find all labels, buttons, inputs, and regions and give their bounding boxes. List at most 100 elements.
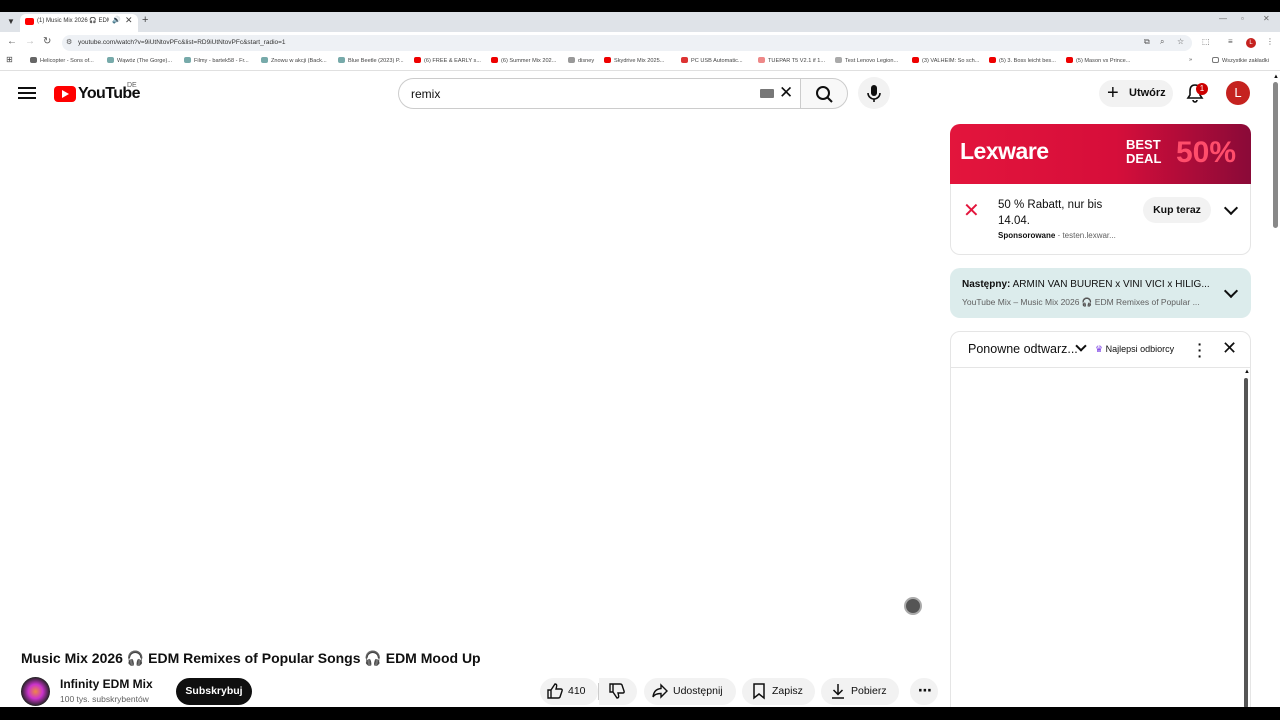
next-up-card[interactable]: Następny: ARMIN VAN BUUREN x VINI VICI x… (950, 268, 1251, 318)
url-text: youtube.com/watch?v=9iUtNtovPFc&list=RD9… (78, 39, 286, 46)
keyboard-icon[interactable] (760, 89, 774, 98)
page-scrollbar[interactable] (1273, 82, 1278, 228)
bookmark-item[interactable]: Skydrive Mix 2025... (604, 57, 664, 64)
top-listeners-badge: ♛ Najlepsi odbiorcy (1095, 344, 1175, 354)
bookmark-item[interactable]: Test Lenovo Legion... (835, 57, 898, 64)
download-button[interactable]: Pobierz (821, 678, 899, 705)
thumbs-down-icon (609, 683, 625, 699)
bookmark-item[interactable]: disney (568, 57, 594, 64)
all-bookmarks-folder[interactable]: Wszystkie zakładki (1212, 57, 1269, 64)
browser-profile-avatar[interactable]: L (1246, 38, 1256, 48)
menu-icon[interactable] (18, 84, 36, 102)
ad-logo-icon: ✕ (963, 200, 980, 222)
video-title: Music Mix 2026 🎧 EDM Remixes of Popular … (21, 650, 481, 666)
scroll-up-icon[interactable]: ▲ (1244, 369, 1250, 375)
media-icon[interactable]: ≡ (1228, 37, 1233, 46)
ad-deal: BEST DEAL (1126, 137, 1162, 166)
search-button[interactable] (800, 78, 848, 109)
install-app-icon[interactable]: ⧉ (1144, 37, 1150, 47)
more-horizontal-icon: ⋯ (918, 682, 932, 698)
url-field[interactable]: ⚙ youtube.com/watch?v=9iUtNtovPFc&list=R… (62, 35, 1192, 51)
channel-watermark-icon[interactable] (904, 597, 922, 615)
browser-tab-active[interactable]: (1) Music Mix 2026 🎧 EDM 🔊 ✕ (20, 14, 138, 32)
playlist-header[interactable]: Ponowne odtwarz... (968, 342, 1078, 356)
reload-icon[interactable]: ↻ (43, 36, 51, 47)
apps-icon[interactable]: ⊞ (6, 55, 13, 64)
bookmark-item[interactable]: Blue Beetle (2023) P... (338, 57, 404, 64)
ad-banner[interactable]: Lexware BEST DEAL 50% (950, 124, 1251, 184)
zoom-icon[interactable]: ⌕ (1160, 37, 1164, 47)
ad-brand: Lexware (960, 138, 1049, 164)
tab-title: (1) Music Mix 2026 🎧 EDM (37, 18, 109, 24)
subscribe-button[interactable]: Subskrybuj (176, 678, 252, 705)
bookmark-star-icon[interactable]: ☆ (1177, 37, 1184, 46)
tab-search-icon[interactable]: ▼ (4, 15, 18, 29)
playlist-panel (950, 331, 1251, 711)
search-input[interactable]: remix (398, 78, 800, 109)
save-button[interactable]: Zapisz (742, 678, 815, 705)
divider (0, 70, 1280, 71)
bookmark-item[interactable]: (5) 3. Boss leicht bes... (989, 57, 1056, 64)
playlist-menu-icon[interactable]: · · · (1197, 337, 1203, 363)
search-query: remix (411, 87, 441, 101)
more-actions-button[interactable]: ⋯ (910, 678, 938, 705)
bookmark-item[interactable]: (6) FREE & EARLY s... (414, 57, 481, 64)
share-button[interactable]: Udostępnij (644, 678, 736, 705)
thumbs-up-icon (547, 683, 563, 699)
clear-search-icon[interactable]: ✕ (779, 83, 793, 103)
minimize-icon[interactable]: — (1219, 14, 1227, 23)
dislike-button[interactable] (599, 678, 637, 705)
create-button[interactable]: + Utwórz (1099, 80, 1173, 107)
playlist-scrollbar[interactable] (1244, 378, 1248, 708)
site-info-icon[interactable]: ⚙ (66, 38, 72, 46)
bookmark-icon (753, 683, 765, 700)
bookmark-item[interactable]: (3) VALHEIM: So sch... (912, 57, 979, 64)
page-scroll-up-icon[interactable]: ▲ (1273, 74, 1279, 80)
browser-menu-icon[interactable]: ⋮ (1266, 37, 1274, 46)
region-code: DE (127, 82, 137, 89)
close-window-icon[interactable]: ✕ (1263, 14, 1270, 23)
notification-badge: 1 (1196, 83, 1208, 95)
channel-avatar[interactable] (21, 677, 50, 706)
bookmark-item[interactable]: Znowu w akcji (Back... (261, 57, 327, 64)
ad-percent: 50% (1176, 136, 1237, 169)
speaker-icon[interactable]: 🔊 (112, 16, 121, 24)
forward-icon[interactable]: → (25, 36, 35, 47)
create-label: Utwórz (1129, 87, 1166, 99)
plus-icon: + (1107, 82, 1119, 104)
next-subtitle: YouTube Mix – Music Mix 2026 🎧 EDM Remix… (962, 297, 1200, 307)
download-icon (832, 684, 844, 699)
bookmark-item[interactable]: PC USB Automatic... (681, 57, 743, 64)
bookmark-item[interactable]: Helicopter - Sons of... (30, 57, 94, 64)
extensions-icon[interactable]: ⬚ (1202, 37, 1210, 46)
next-title-row: Następny: ARMIN VAN BUUREN x VINI VICI x… (962, 279, 1210, 290)
browser-tab-bar (0, 12, 1280, 32)
bookmark-item[interactable]: TUEPAR T5 V2.1 if 1... (758, 57, 825, 64)
bottom-bezel (0, 707, 1280, 720)
more-bookmarks-icon[interactable]: » (1189, 57, 1192, 63)
share-label: Udostępnij (673, 685, 723, 697)
close-playlist-icon[interactable]: ✕ (1222, 338, 1237, 359)
youtube-play-icon (54, 86, 76, 102)
like-button[interactable]: 410 (540, 678, 598, 705)
voice-search-button[interactable] (858, 77, 890, 109)
close-tab-icon[interactable]: ✕ (125, 15, 133, 26)
account-avatar[interactable]: L (1226, 81, 1250, 105)
bookmark-item[interactable]: Filmy - bartek58 - Fr... (184, 57, 249, 64)
microphone-icon (867, 85, 881, 102)
ad-text[interactable]: 50 % Rabatt, nur bis 14.04. (998, 197, 1128, 229)
bookmark-item[interactable]: (6) Summer Mix 202... (491, 57, 556, 64)
channel-name[interactable]: Infinity EDM Mix (60, 677, 153, 691)
maximize-icon[interactable]: ▫ (1241, 14, 1244, 23)
playlist-divider (951, 367, 1250, 368)
new-tab-icon[interactable]: + (142, 14, 148, 26)
bookmark-item[interactable]: (5) Mason vs Prince... (1066, 57, 1130, 64)
top-bezel (0, 0, 1280, 12)
search-icon (816, 86, 833, 103)
bookmark-item[interactable]: Wąwóz (The Gorge)... (107, 57, 172, 64)
like-count: 410 (568, 685, 586, 697)
youtube-favicon-icon (25, 18, 34, 25)
back-icon[interactable]: ← (7, 36, 17, 47)
buy-now-button[interactable]: Kup teraz (1143, 197, 1211, 223)
save-label: Zapisz (772, 685, 803, 697)
